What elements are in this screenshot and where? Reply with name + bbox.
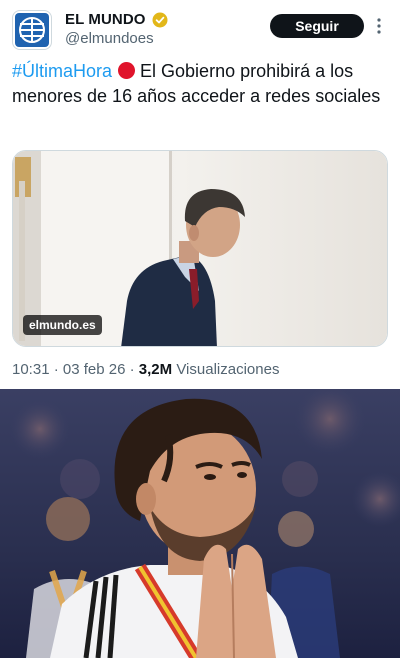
account-name-row[interactable]: EL MUNDO (65, 11, 168, 28)
meta-separator: · (129, 361, 139, 378)
tweet-text: #ÚltimaHora El Gobierno prohibirá a los m… (12, 59, 388, 108)
more-options-icon[interactable] (372, 16, 386, 36)
tweet-date[interactable]: 03 feb 26 (63, 361, 126, 378)
tweet-time[interactable]: 10:31 (12, 361, 50, 378)
source-badge: elmundo.es (23, 315, 102, 335)
player-photo (0, 389, 400, 658)
view-count: 3,2M (138, 361, 173, 378)
avatar[interactable] (12, 10, 52, 50)
verified-badge-icon (152, 12, 168, 27)
views-label: Visualizaciones (176, 361, 280, 378)
bottom-photo[interactable] (0, 389, 400, 658)
red-circle-icon (118, 62, 136, 79)
el-mundo-logo-icon (15, 13, 49, 47)
meta-separator: · (53, 361, 63, 378)
tweet-header: EL MUNDO @elmundoes Seguir (0, 0, 400, 58)
account-handle[interactable]: @elmundoes (65, 30, 154, 47)
tweet-meta: 10:31 · 03 feb 26 · 3,2M Visualizaciones (12, 361, 279, 378)
account-name[interactable]: EL MUNDO (65, 11, 146, 28)
follow-button[interactable]: Seguir (270, 14, 364, 38)
tweet-media[interactable]: elmundo.es (12, 150, 388, 347)
hashtag-link[interactable]: #ÚltimaHora (12, 61, 112, 81)
